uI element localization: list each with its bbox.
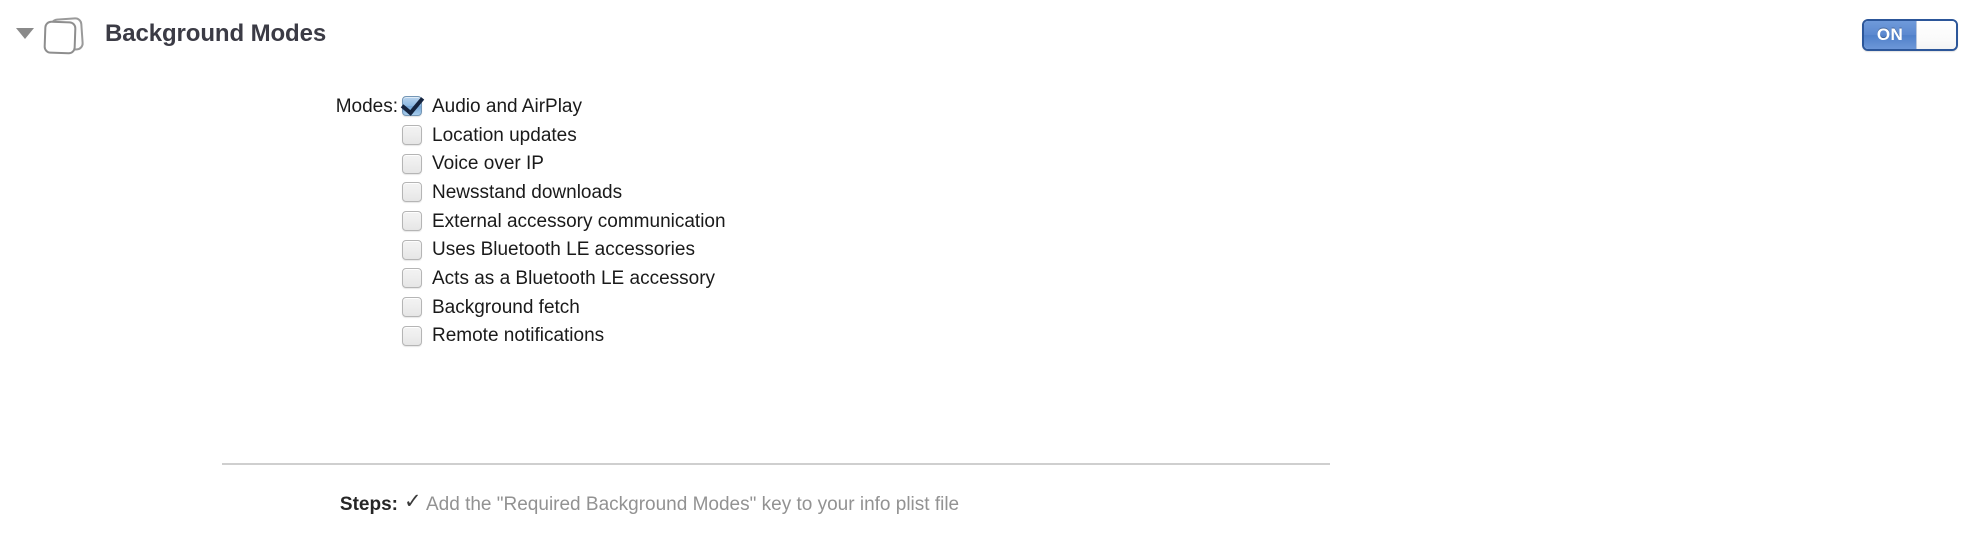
mode-row-acts-as-a-bluetooth-le-accessory[interactable]: Acts as a Bluetooth LE accessory	[402, 264, 1102, 293]
background-modes-toggle[interactable]: ON	[1862, 19, 1958, 51]
capability-header: Background Modes ON	[0, 0, 1978, 68]
mode-row-audio-and-airplay[interactable]: Audio and AirPlay	[402, 92, 1102, 121]
steps-label: Steps:	[339, 494, 398, 515]
modes-list: Audio and AirPlay Location updates Voice…	[402, 92, 1102, 350]
checkbox-voice-over-ip[interactable]	[402, 153, 422, 174]
mode-label: Audio and AirPlay	[432, 95, 582, 117]
checkbox-newsstand-downloads[interactable]	[402, 182, 422, 203]
mode-label: Location updates	[432, 124, 577, 146]
checkbox-uses-bluetooth-le-accessories[interactable]	[402, 239, 422, 260]
mode-label: Voice over IP	[432, 153, 544, 175]
section-divider	[222, 463, 1330, 465]
mode-row-uses-bluetooth-le-accessories[interactable]: Uses Bluetooth LE accessories	[402, 235, 1102, 264]
mode-row-newsstand-downloads[interactable]: Newsstand downloads	[402, 178, 1102, 207]
mode-label: External accessory communication	[432, 210, 726, 232]
mode-label: Remote notifications	[432, 325, 605, 347]
page-title: Background Modes	[105, 20, 327, 47]
mode-label: Newsstand downloads	[432, 181, 623, 203]
mode-row-remote-notifications[interactable]: Remote notifications	[402, 322, 1102, 351]
checkbox-external-accessory-communication[interactable]	[402, 211, 422, 232]
stacked-cards-icon	[43, 16, 85, 55]
toggle-knob[interactable]	[1916, 21, 1956, 49]
mode-row-voice-over-ip[interactable]: Voice over IP	[402, 149, 1102, 178]
mode-label: Uses Bluetooth LE accessories	[432, 239, 695, 261]
disclosure-triangle-icon[interactable]	[16, 28, 34, 39]
mode-label: Acts as a Bluetooth LE accessory	[432, 267, 716, 289]
checkbox-location-updates[interactable]	[402, 125, 422, 146]
checkbox-acts-as-a-bluetooth-le-accessory[interactable]	[402, 268, 422, 289]
stacked-cards-front	[43, 20, 77, 55]
mode-label: Background fetch	[432, 296, 580, 318]
mode-row-location-updates[interactable]: Location updates	[402, 121, 1102, 150]
checkbox-audio-and-airplay[interactable]	[402, 96, 422, 117]
checkbox-remote-notifications[interactable]	[402, 325, 422, 346]
mode-row-background-fetch[interactable]: Background fetch	[402, 293, 1102, 322]
check-icon: ✓	[404, 490, 422, 513]
checkbox-background-fetch[interactable]	[402, 297, 422, 318]
toggle-track-on: ON	[1864, 21, 1916, 49]
modes-label: Modes:	[335, 96, 398, 117]
steps-description: Add the "Required Background Modes" key …	[426, 494, 960, 515]
mode-row-external-accessory-communication[interactable]: External accessory communication	[402, 207, 1102, 236]
toggle-on-label: ON	[1876, 25, 1904, 44]
